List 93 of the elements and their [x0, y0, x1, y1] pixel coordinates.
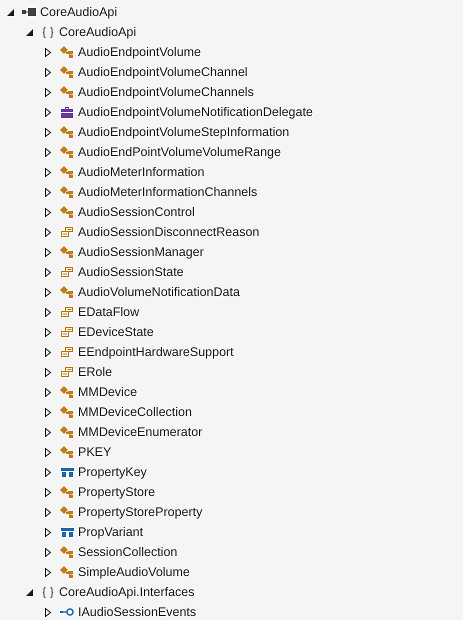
tree-item-label[interactable]: CoreAudioApi — [40, 2, 118, 22]
class-icon — [60, 166, 74, 178]
tree-item-label[interactable]: SimpleAudioVolume — [78, 562, 190, 582]
collapsed-arrow-icon[interactable] — [45, 548, 51, 556]
class-icon — [60, 206, 74, 218]
collapsed-arrow-icon[interactable] — [45, 288, 51, 296]
tree-item-label[interactable]: PropVariant — [78, 522, 144, 542]
class-icon — [60, 246, 74, 258]
class-icon — [60, 66, 74, 78]
collapsed-arrow-icon[interactable] — [45, 488, 51, 496]
enum-icon — [61, 307, 73, 317]
tree-item-label[interactable]: SessionCollection — [78, 542, 178, 562]
class-icon — [60, 126, 74, 138]
tree-item-label[interactable]: MMDevice — [78, 382, 138, 402]
tree-item-label[interactable]: ERole — [78, 362, 112, 382]
tree-item-label[interactable]: CoreAudioApi — [59, 22, 136, 42]
tree-item-label[interactable]: EEndpointHardwareSupport — [78, 342, 234, 362]
tree-item-label[interactable]: PropertyStoreProperty — [78, 502, 202, 522]
class-icon — [60, 146, 74, 158]
collapsed-arrow-icon[interactable] — [45, 508, 51, 516]
collapsed-arrow-icon[interactable] — [45, 248, 51, 256]
enum-icon — [61, 327, 73, 337]
class-icon — [60, 406, 74, 418]
tree-item-label[interactable]: PropertyKey — [78, 462, 147, 482]
collapsed-arrow-icon[interactable] — [45, 528, 51, 536]
collapsed-arrow-icon[interactable] — [45, 608, 51, 616]
class-icon — [60, 386, 74, 398]
class-icon — [60, 286, 74, 298]
tree-item-label[interactable]: AudioSessionDisconnectReason — [78, 222, 260, 242]
class-icon — [60, 46, 74, 58]
tree-item-label[interactable]: AudioEndpointVolumeChannel — [78, 62, 248, 82]
tree-item-label[interactable]: AudioEndpointVolumeStepInformation — [78, 122, 290, 142]
collapsed-arrow-icon[interactable] — [45, 208, 51, 216]
tree-item-label[interactable]: PropertyStore — [78, 482, 156, 502]
tree-item-label[interactable]: AudioEndPointVolumeVolumeRange — [78, 142, 281, 162]
collapsed-arrow-icon[interactable] — [45, 568, 51, 576]
class-icon — [60, 446, 74, 458]
collapsed-arrow-icon[interactable] — [45, 268, 51, 276]
enum-icon — [61, 367, 73, 377]
tree-item-label[interactable]: MMDeviceEnumerator — [78, 422, 202, 442]
tree-item-label[interactable]: AudioSessionManager — [78, 242, 204, 262]
enum-icon — [61, 227, 73, 237]
collapsed-arrow-icon[interactable] — [45, 68, 51, 76]
class-icon — [60, 86, 74, 98]
assembly-icon — [22, 8, 36, 16]
tree-item-label[interactable]: AudioSessionState — [78, 262, 184, 282]
braces-icon — [42, 26, 54, 38]
collapsed-arrow-icon[interactable] — [45, 328, 51, 336]
collapsed-arrow-icon[interactable] — [45, 428, 51, 436]
collapsed-arrow-icon[interactable] — [45, 88, 51, 96]
collapsed-arrow-icon[interactable] — [45, 448, 51, 456]
tree-item-label[interactable]: AudioMeterInformation — [78, 162, 204, 182]
collapsed-arrow-icon[interactable] — [45, 308, 51, 316]
tree-item-label[interactable]: AudioEndpointVolumeChannels — [78, 82, 254, 102]
class-icon — [60, 506, 74, 518]
tree-item-label[interactable]: AudioEndpointVolumeNotificationDelegate — [78, 102, 313, 122]
expanded-arrow-icon[interactable] — [26, 588, 32, 596]
tree-item-label[interactable]: CoreAudioApi.Interfaces — [59, 582, 194, 602]
enum-icon — [61, 267, 73, 277]
tree-item-label[interactable]: EDataFlow — [78, 302, 140, 322]
interface-icon — [60, 608, 74, 616]
collapsed-arrow-icon[interactable] — [45, 408, 51, 416]
tree-item-label[interactable]: AudioSessionControl — [78, 202, 195, 222]
tree-item-label[interactable]: AudioMeterInformationChannels — [78, 182, 258, 202]
expanded-arrow-icon[interactable] — [6, 8, 14, 16]
class-icon — [60, 486, 74, 498]
collapsed-arrow-icon[interactable] — [45, 188, 51, 196]
collapsed-arrow-icon[interactable] — [45, 48, 51, 56]
expanded-arrow-icon[interactable] — [26, 28, 32, 36]
tree-item-label[interactable]: AudioVolumeNotificationData — [78, 282, 240, 302]
struct-icon — [60, 528, 74, 536]
class-icon — [60, 426, 74, 438]
tree-item-label[interactable]: EDeviceState — [78, 322, 154, 342]
briefcase-icon — [61, 106, 73, 118]
collapsed-arrow-icon[interactable] — [45, 348, 51, 356]
class-icon — [60, 546, 74, 558]
enum-icon — [61, 347, 73, 357]
class-icon — [60, 186, 74, 198]
braces-icon — [42, 586, 54, 598]
tree-item-label[interactable]: MMDeviceCollection — [78, 402, 192, 422]
collapsed-arrow-icon[interactable] — [45, 468, 51, 476]
collapsed-arrow-icon[interactable] — [45, 168, 51, 176]
struct-icon — [60, 468, 74, 476]
class-icon — [60, 566, 74, 578]
collapsed-arrow-icon[interactable] — [45, 108, 51, 116]
tree-item-label[interactable]: PKEY — [78, 442, 112, 462]
tree-item-label[interactable]: AudioEndpointVolume — [78, 42, 202, 62]
collapsed-arrow-icon[interactable] — [45, 388, 51, 396]
collapsed-arrow-icon[interactable] — [45, 228, 51, 236]
tree-item-label[interactable]: IAudioSessionEvents — [78, 602, 196, 620]
collapsed-arrow-icon[interactable] — [45, 368, 51, 376]
collapsed-arrow-icon[interactable] — [45, 148, 51, 156]
collapsed-arrow-icon[interactable] — [45, 128, 51, 136]
